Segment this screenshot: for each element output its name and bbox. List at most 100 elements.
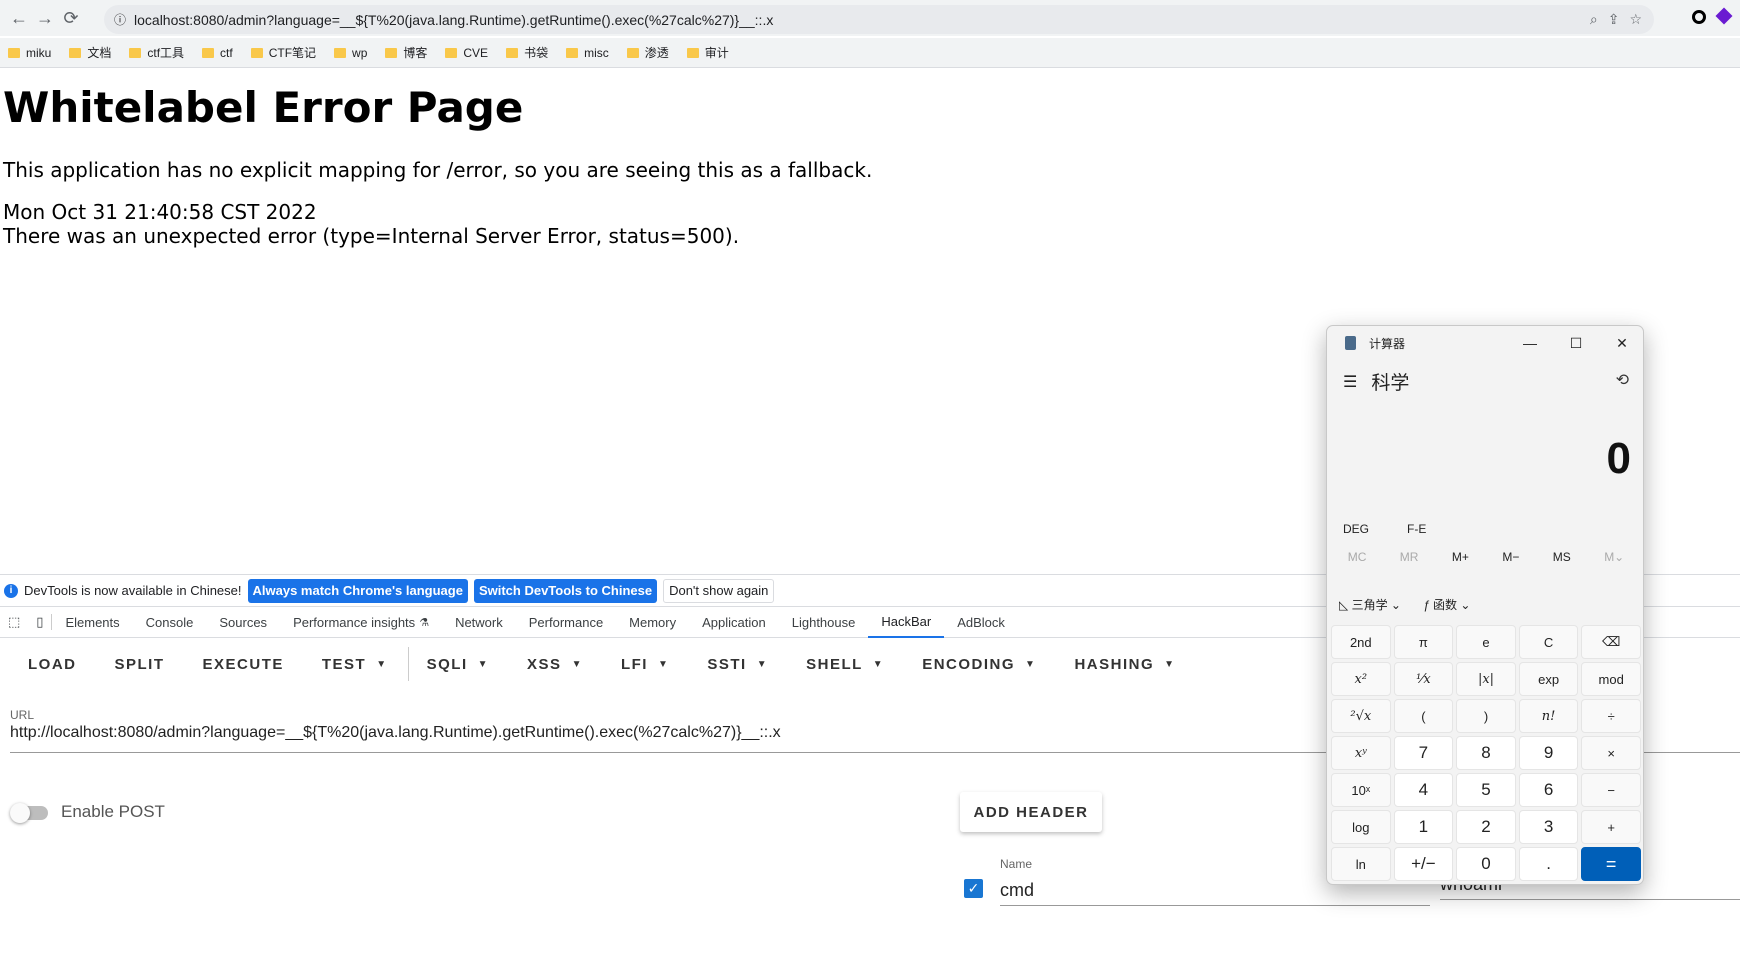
shell-menu[interactable]: SHELL ▼	[806, 656, 884, 673]
memory-list-button[interactable]: M⌄	[1604, 550, 1624, 564]
info-icon[interactable]: ⓘ	[114, 11, 126, 28]
reload-icon[interactable]: ⟳	[58, 5, 84, 31]
e-key[interactable]: e	[1456, 625, 1516, 659]
execute-button[interactable]: EXECUTE	[203, 656, 284, 673]
tab-elements[interactable]: Elements	[52, 606, 132, 638]
close-paren-key[interactable]: )	[1456, 699, 1516, 733]
add-key[interactable]: +	[1581, 810, 1641, 844]
bookmark-item[interactable]: 博客	[385, 44, 427, 61]
header-enabled-checkbox[interactable]: ✓	[964, 879, 983, 898]
tab-memory[interactable]: Memory	[616, 606, 689, 638]
pi-key[interactable]: π	[1393, 625, 1454, 659]
mc-button[interactable]: MC	[1348, 550, 1367, 564]
deg-button[interactable]: DEG	[1343, 522, 1369, 536]
calculator-titlebar[interactable]: 计算器 — ☐ ✕	[1327, 326, 1643, 360]
digit-0-key[interactable]: 0	[1456, 847, 1516, 881]
mminus-button[interactable]: M−	[1502, 550, 1519, 564]
address-bar[interactable]: ⓘ localhost:8080/admin?language=__${T%20…	[104, 5, 1654, 34]
digit-1-key[interactable]: 1	[1393, 810, 1454, 844]
divide-key[interactable]: ÷	[1581, 699, 1641, 733]
star-icon[interactable]: ☆	[1629, 11, 1642, 28]
func-dropdown[interactable]: ƒ 函数 ⌄	[1423, 596, 1470, 613]
abs-key[interactable]: |x|	[1456, 662, 1516, 696]
bookmark-item[interactable]: miku	[8, 46, 51, 60]
add-header-button[interactable]: ADD HEADER	[960, 792, 1102, 832]
bookmark-item[interactable]: 审计	[686, 44, 729, 61]
zoom-icon[interactable]: ⌕	[1590, 11, 1598, 28]
ln-key[interactable]: ln	[1331, 847, 1391, 881]
back-icon[interactable]: ←	[6, 5, 32, 31]
power-key[interactable]: xʸ	[1331, 736, 1391, 770]
device-icon[interactable]: ▯	[28, 614, 53, 630]
menu-icon[interactable]: ☰	[1343, 372, 1357, 392]
tab-network[interactable]: Network	[442, 606, 516, 638]
switch-language-button[interactable]: Switch DevTools to Chinese	[473, 578, 658, 603]
bookmark-item[interactable]: 渗透	[626, 44, 669, 61]
multiply-key[interactable]: ×	[1581, 736, 1641, 770]
fe-button[interactable]: F-E	[1407, 522, 1426, 536]
bookmark-item[interactable]: misc	[566, 46, 609, 60]
enable-post-toggle[interactable]	[10, 803, 48, 823]
xss-menu[interactable]: XSS ▼	[527, 656, 583, 673]
clear-key[interactable]: C	[1518, 625, 1579, 659]
dont-show-button[interactable]: Don't show again	[663, 578, 775, 603]
mr-button[interactable]: MR	[1400, 550, 1419, 564]
match-language-button[interactable]: Always match Chrome's language	[247, 578, 468, 603]
tab-application[interactable]: Application	[689, 606, 779, 638]
digit-5-key[interactable]: 5	[1456, 773, 1516, 807]
sqli-menu[interactable]: SQLI ▼	[427, 656, 489, 673]
share-icon[interactable]: ⇪	[1608, 11, 1620, 28]
load-button[interactable]: LOAD	[28, 656, 77, 673]
tab-performance[interactable]: Performance	[516, 606, 616, 638]
digit-2-key[interactable]: 2	[1456, 810, 1516, 844]
backspace-key[interactable]: ⌫	[1581, 625, 1641, 659]
equals-key[interactable]: =	[1581, 847, 1641, 881]
digit-6-key[interactable]: 6	[1518, 773, 1579, 807]
tab-console[interactable]: Console	[133, 606, 207, 638]
maximize-icon[interactable]: ☐	[1553, 326, 1599, 360]
sqrt-key[interactable]: ²√x	[1331, 699, 1391, 733]
subtract-key[interactable]: −	[1581, 773, 1641, 807]
profile-icon[interactable]	[1715, 7, 1733, 25]
hashing-menu[interactable]: HASHING ▼	[1074, 656, 1175, 673]
open-paren-key[interactable]: (	[1393, 699, 1454, 733]
tab-hackbar[interactable]: HackBar	[868, 606, 945, 638]
bookmark-item[interactable]: 书袋	[506, 44, 548, 61]
mplus-button[interactable]: M+	[1452, 550, 1469, 564]
encoding-menu[interactable]: ENCODING ▼	[922, 656, 1036, 673]
tab-adblock[interactable]: AdBlock	[944, 606, 1018, 638]
exp-key[interactable]: exp	[1518, 662, 1579, 696]
minimize-icon[interactable]: —	[1507, 326, 1553, 360]
bookmark-item[interactable]: CTF笔记	[250, 44, 316, 61]
factorial-key[interactable]: n!	[1518, 699, 1579, 733]
close-icon[interactable]: ✕	[1599, 326, 1643, 360]
inspect-icon[interactable]: ⬚	[0, 614, 28, 630]
tab-sources[interactable]: Sources	[206, 606, 280, 638]
square-key[interactable]: x²	[1331, 662, 1391, 696]
ssti-menu[interactable]: SSTI ▼	[707, 656, 768, 673]
forward-icon[interactable]: →	[32, 5, 58, 31]
digit-4-key[interactable]: 4	[1393, 773, 1454, 807]
negate-key[interactable]: +/−	[1393, 847, 1454, 881]
decimal-key[interactable]: .	[1518, 847, 1579, 881]
digit-8-key[interactable]: 8	[1456, 736, 1516, 770]
history-icon[interactable]: ⟲	[1616, 370, 1629, 390]
digit-3-key[interactable]: 3	[1518, 810, 1579, 844]
ms-button[interactable]: MS	[1553, 550, 1571, 564]
tab-lighthouse[interactable]: Lighthouse	[779, 606, 869, 638]
extension-icon[interactable]	[1692, 10, 1706, 24]
bookmark-item[interactable]: wp	[334, 46, 367, 60]
bookmark-item[interactable]: ctf	[202, 46, 233, 60]
trig-dropdown[interactable]: ◺ 三角学 ⌄	[1339, 596, 1401, 613]
split-button[interactable]: SPLIT	[115, 656, 165, 673]
tab-performance-insights[interactable]: Performance insights ⚗	[280, 606, 442, 638]
bookmark-item[interactable]: ctf工具	[129, 44, 184, 61]
test-menu[interactable]: TEST ▼	[322, 656, 388, 673]
reciprocal-key[interactable]: ¹⁄x	[1393, 662, 1454, 696]
second-key[interactable]: 2nd	[1331, 625, 1391, 659]
digit-7-key[interactable]: 7	[1393, 736, 1454, 770]
address-text[interactable]: localhost:8080/admin?language=__${T%20(j…	[134, 12, 773, 28]
lfi-menu[interactable]: LFI ▼	[621, 656, 669, 673]
bookmark-item[interactable]: 文档	[69, 44, 111, 61]
bookmark-item[interactable]: CVE	[445, 46, 488, 60]
